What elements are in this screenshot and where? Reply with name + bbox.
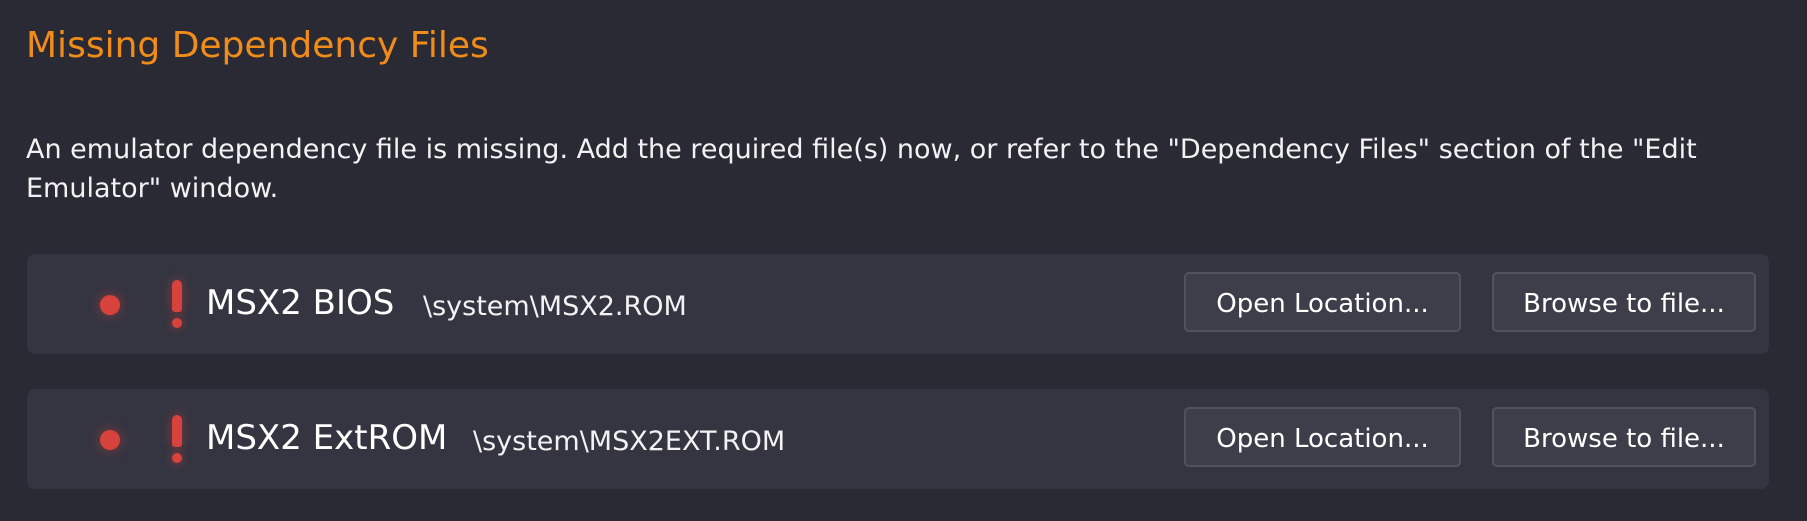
dependency-path: \system\MSX2.ROM [423,291,687,322]
dependency-row-msx2-extrom: MSX2 ExtROM \system\MSX2EXT.ROM Open Loc… [27,389,1769,489]
dependency-name: MSX2 ExtROM [206,418,448,458]
browse-to-file-button[interactable]: Browse to file... [1492,407,1756,467]
exclamation-icon [165,280,189,330]
status-dot-icon [100,430,120,450]
description-text: An emulator dependency file is missing. … [26,134,1697,204]
dependency-path: \system\MSX2EXT.ROM [473,426,786,457]
exclamation-icon [165,415,189,465]
status-dot-icon [100,295,120,315]
browse-to-file-button[interactable]: Browse to file... [1492,272,1756,332]
dependency-row-msx2-bios: MSX2 BIOS \system\MSX2.ROM Open Location… [27,254,1769,354]
dependency-name: MSX2 BIOS [206,283,395,323]
page-title: Missing Dependency Files [26,25,489,66]
open-location-button[interactable]: Open Location... [1184,272,1461,332]
open-location-button[interactable]: Open Location... [1184,407,1461,467]
